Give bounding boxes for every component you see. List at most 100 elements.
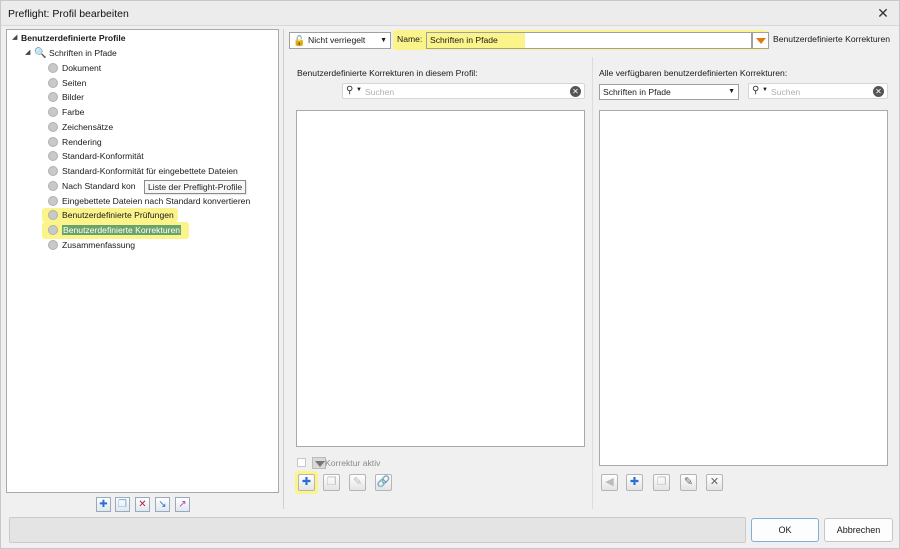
status-circle-icon bbox=[48, 63, 58, 73]
tree-item-label-selected: Benutzerdefinierte Korrekturen bbox=[62, 225, 182, 235]
profile-fixups-heading: Benutzerdefinierte Korrekturen in diesem… bbox=[297, 68, 478, 78]
duplicate-icon: ❐ bbox=[656, 476, 667, 488]
name-field[interactable]: Schriften in Pfade bbox=[426, 32, 752, 49]
chevron-down-icon: ▼ bbox=[380, 37, 387, 44]
profile-tree[interactable]: ◢ Benutzerdefinierte Profile ◢ 🔍 Schrift… bbox=[6, 29, 279, 493]
tree-item-label: Standard-Konformität für eingebettete Da… bbox=[62, 166, 238, 176]
tree-item-zusammenfassung[interactable]: Zusammenfassung bbox=[48, 238, 135, 252]
tree-item-farbe[interactable]: Farbe bbox=[48, 105, 84, 119]
tree-root-label: Benutzerdefinierte Profile bbox=[21, 33, 126, 43]
tree-item-benutzerdefinierte-pruefungen[interactable]: Benutzerdefinierte Prüfungen bbox=[42, 208, 178, 222]
duplicate-available-button[interactable]: ❐ bbox=[653, 474, 670, 491]
name-dropdown-arrow-icon[interactable] bbox=[752, 32, 769, 49]
add-icon: ✚ bbox=[301, 476, 312, 488]
fixup-active-label: Korrektur aktiv bbox=[325, 458, 381, 468]
status-circle-icon bbox=[48, 137, 58, 147]
lock-dropdown-value: Nicht verriegelt bbox=[308, 35, 366, 45]
tree-item-seiten[interactable]: Seiten bbox=[48, 76, 86, 90]
new-fixup-button[interactable]: ✚ bbox=[626, 474, 643, 491]
status-circle-icon bbox=[48, 151, 58, 161]
preflight-dialog: Preflight: Profil bearbeiten ✕ ◢ Benutze… bbox=[0, 0, 900, 549]
link-fixup-button[interactable]: 🔗 bbox=[375, 474, 392, 491]
edit-fixup-button[interactable]: ✎ bbox=[349, 474, 366, 491]
status-circle-icon bbox=[48, 240, 58, 250]
tree-item-benutzerdefinierte-korrekturen[interactable]: Benutzerdefinierte Korrekturen bbox=[42, 222, 190, 239]
tree-item-rendering[interactable]: Rendering bbox=[48, 135, 102, 149]
tree-root[interactable]: Benutzerdefinierte Profile bbox=[21, 31, 126, 45]
tree-item-label: Seiten bbox=[62, 78, 87, 88]
status-circle-icon bbox=[48, 225, 58, 235]
status-circle-icon bbox=[48, 107, 58, 117]
delete-available-button[interactable]: ✕ bbox=[706, 474, 723, 491]
search-options-icon[interactable]: ▼ bbox=[762, 87, 768, 93]
tree-item-standard-konformitaet[interactable]: Standard-Konformität bbox=[48, 149, 144, 163]
arrow-left-icon: ◀ bbox=[605, 476, 614, 488]
tooltip: Liste der Preflight-Profile bbox=[144, 180, 247, 194]
add-fixup-button[interactable]: ✚ bbox=[298, 474, 315, 491]
tree-item-label: Zeichensätze bbox=[62, 122, 114, 132]
status-circle-icon bbox=[48, 181, 58, 191]
available-fixups-list[interactable] bbox=[599, 110, 888, 466]
category-label: Benutzerdefinierte Korrekturen bbox=[773, 34, 891, 44]
name-label: Name: bbox=[397, 34, 423, 44]
fixup-category-value: Schriften in Pfade bbox=[603, 87, 671, 97]
cancel-button[interactable]: Abbrechen bbox=[824, 518, 893, 542]
lock-icon: 🔓 bbox=[293, 36, 306, 47]
tree-item-standard-konformitaet-eingebettet[interactable]: Standard-Konformität für eingebettete Da… bbox=[48, 164, 238, 178]
collapse-root-icon[interactable]: ◢ bbox=[12, 33, 17, 41]
available-fixups-search[interactable]: ⚲ ▼ Suchen ✕ bbox=[748, 83, 888, 99]
profile-fixups-list[interactable] bbox=[296, 110, 585, 447]
collapse-profile-icon[interactable]: ◢ bbox=[25, 48, 30, 56]
add-icon: ✚ bbox=[629, 476, 640, 488]
edit-available-button[interactable]: ✎ bbox=[680, 474, 697, 491]
search-icon[interactable]: ⚲ bbox=[752, 85, 759, 96]
tree-item-label: Bilder bbox=[62, 92, 84, 102]
list-divider bbox=[592, 57, 593, 509]
close-icon[interactable]: ✕ bbox=[875, 5, 891, 21]
fixup-active-dropdown-icon[interactable] bbox=[312, 457, 326, 469]
move-to-profile-button[interactable]: ◀ bbox=[601, 474, 618, 491]
tree-item-eingebettete-dateien-konvertieren[interactable]: Eingebettete Dateien nach Standard konve… bbox=[48, 194, 250, 208]
tree-item-bilder[interactable]: Bilder bbox=[48, 90, 84, 104]
add-profile-icon[interactable]: ✚ bbox=[96, 497, 111, 512]
name-value: Schriften in Pfade bbox=[430, 35, 498, 45]
fixup-active-checkbox[interactable] bbox=[297, 458, 306, 467]
tree-item-label: Rendering bbox=[62, 137, 102, 147]
clear-search-icon[interactable]: ✕ bbox=[570, 86, 581, 97]
duplicate-icon: ❐ bbox=[326, 476, 337, 488]
edit-icon: ✎ bbox=[352, 476, 363, 488]
tree-item-label: Dokument bbox=[62, 63, 102, 73]
profile-fixups-search[interactable]: ⚲ ▼ Suchen ✕ bbox=[342, 83, 585, 99]
duplicate-fixup-button[interactable]: ❐ bbox=[323, 474, 340, 491]
search-icon[interactable]: ⚲ bbox=[346, 85, 353, 96]
export-profile-icon[interactable]: ↗ bbox=[175, 497, 190, 512]
tree-profile[interactable]: 🔍 Schriften in Pfade bbox=[34, 46, 117, 60]
link-icon: 🔗 bbox=[376, 476, 391, 488]
delete-profile-icon[interactable]: ✕ bbox=[135, 497, 150, 512]
delete-icon: ✕ bbox=[709, 476, 720, 488]
tree-item-dokument[interactable]: Dokument bbox=[48, 61, 101, 75]
tree-item-label: Benutzerdefinierte Prüfungen bbox=[62, 210, 174, 220]
profile-search-icon: 🔍 bbox=[34, 48, 47, 59]
lock-dropdown[interactable]: 🔓 Nicht verriegelt ▼ bbox=[289, 32, 391, 49]
tree-profile-label: Schriften in Pfade bbox=[48, 48, 117, 58]
status-circle-icon bbox=[48, 210, 58, 220]
status-bar bbox=[9, 517, 746, 543]
import-profile-icon[interactable]: ↘ bbox=[155, 497, 170, 512]
search-options-icon[interactable]: ▼ bbox=[356, 87, 362, 93]
clear-search-icon[interactable]: ✕ bbox=[873, 86, 884, 97]
pane-divider[interactable] bbox=[283, 29, 284, 509]
tree-item-label: Nach Standard kon bbox=[62, 181, 136, 191]
duplicate-profile-icon[interactable]: ❐ bbox=[115, 497, 130, 512]
tree-item-zeichensaetze[interactable]: Zeichensätze bbox=[48, 120, 113, 134]
tree-item-nach-standard-konvertieren[interactable]: Nach Standard kon bbox=[48, 179, 136, 193]
available-fixups-heading: Alle verfügbaren benutzerdefinierten Kor… bbox=[599, 68, 788, 78]
fixup-category-select[interactable]: Schriften in Pfade ▼ bbox=[599, 84, 739, 100]
status-circle-icon bbox=[48, 166, 58, 176]
window-title: Preflight: Profil bearbeiten bbox=[8, 8, 129, 20]
status-circle-icon bbox=[48, 122, 58, 132]
tree-item-label: Farbe bbox=[62, 107, 85, 117]
ok-button[interactable]: OK bbox=[751, 518, 819, 542]
tree-item-label: Standard-Konformität bbox=[62, 151, 144, 161]
title-bar: Preflight: Profil bearbeiten ✕ bbox=[1, 1, 899, 26]
